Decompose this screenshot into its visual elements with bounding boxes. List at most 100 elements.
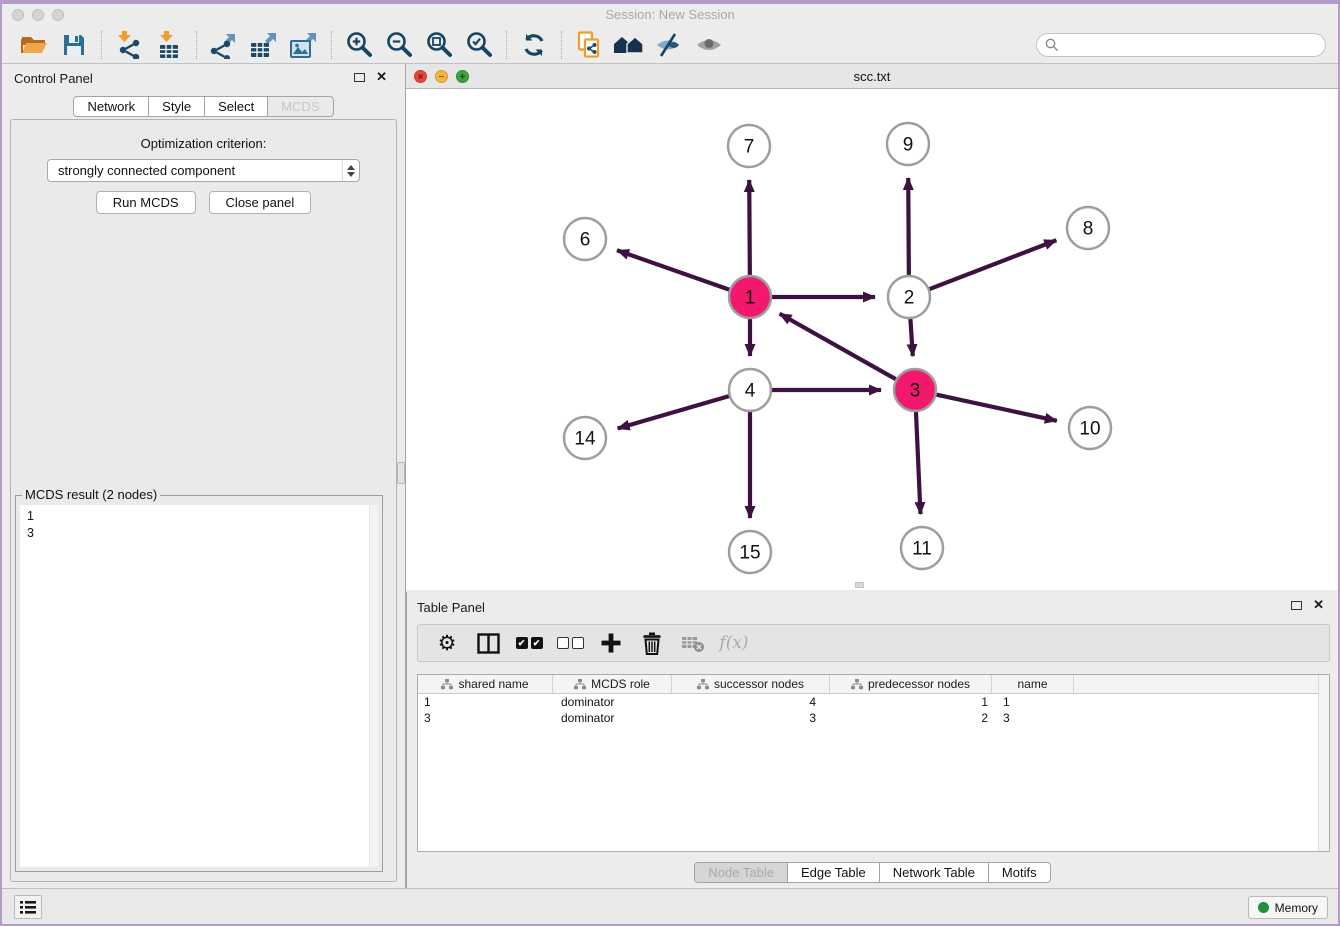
gear-icon[interactable]: ⚙ [432,628,462,658]
network-view-window: × − + scc.txt 7968124314101511 [406,64,1338,590]
toolbar-separator [561,31,562,59]
floppy-icon [62,33,86,57]
tab-style[interactable]: Style [149,96,205,117]
column-tree-icon [574,679,586,690]
table-row[interactable]: 3dominator323 [418,710,1329,726]
network-file-icon[interactable] [569,30,609,60]
cell-MCDS-role[interactable]: dominator [553,694,672,710]
export-image-icon[interactable] [284,30,324,60]
mcds-result-values: 1 3 [20,505,378,542]
zoom-out-icon[interactable] [379,30,419,60]
tab-network-table[interactable]: Network Table [880,862,989,883]
search-box[interactable] [1036,33,1326,57]
column-header-predecessor-nodes[interactable]: predecessor nodes [830,675,992,693]
tab-node-table[interactable]: Node Table [694,862,788,883]
tab-motifs[interactable]: Motifs [989,862,1051,883]
save-session-icon[interactable] [54,30,94,60]
float-panel-icon[interactable] [354,73,365,82]
network-window-titlebar: × − + scc.txt [406,64,1338,89]
table-toolbar: ⚙ ✔ ✔ [417,624,1330,662]
dropdown-value: strongly connected component [58,163,235,178]
cell-shared-name[interactable]: 1 [418,694,553,710]
graph-edge-3-1[interactable] [780,314,897,380]
network-canvas[interactable]: 7968124314101511 [406,89,1338,590]
run-mcds-button[interactable]: Run MCDS [96,191,196,214]
optimization-criterion-label: Optimization criterion: [11,136,396,151]
import-network-icon[interactable] [109,30,149,60]
table-scrollbar[interactable] [1318,675,1329,851]
status-bar: Memory [2,888,1338,924]
graph-edge-3-11[interactable] [916,411,921,514]
column-header-shared-name[interactable]: shared name [418,675,553,693]
result-scrollbar[interactable] [369,505,378,867]
task-history-button[interactable] [14,895,42,919]
graph-node-label-1: 1 [745,288,756,309]
graph-node-label-10: 10 [1079,419,1100,440]
open-folder-icon [20,33,48,57]
control-panel: Control Panel ✕ NetworkStyleSelectMCDS O… [2,64,406,888]
search-input[interactable] [1065,36,1325,53]
cell-successor-nodes[interactable]: 3 [672,710,830,726]
column-header-name[interactable]: name [992,675,1074,693]
cell-successor-nodes[interactable]: 4 [672,694,830,710]
zoom-selected-glyph [466,31,493,58]
zoom-out-glyph [386,31,413,58]
open-session-icon[interactable] [14,30,54,60]
tab-select[interactable]: Select [205,96,268,117]
table-tabs: Node TableEdge TableNetwork TableMotifs [407,862,1338,883]
panel-splitter-handle[interactable] [397,462,405,484]
column-header-MCDS-role[interactable]: MCDS role [553,675,672,693]
close-panel-icon[interactable]: ✕ [376,69,387,85]
zoom-in-icon[interactable] [339,30,379,60]
float-table-panel-icon[interactable] [1291,601,1302,610]
tab-edge-table[interactable]: Edge Table [788,862,880,883]
import-table-icon[interactable] [149,30,189,60]
graph-edge-1-7[interactable] [749,180,750,276]
delete-icon[interactable] [637,628,667,658]
cell-name[interactable]: 3 [992,710,1074,726]
table-row[interactable]: 1dominator411 [418,694,1329,710]
first-neighbors-icon[interactable] [609,30,649,60]
add-icon[interactable] [596,628,626,658]
deselect-all-icon[interactable] [555,628,585,658]
column-tree-icon [851,679,863,690]
tab-mcds[interactable]: MCDS [268,96,333,117]
graph-edge-4-14[interactable] [618,396,730,429]
function-builder-icon[interactable]: f(x) [719,628,749,658]
optimization-criterion-dropdown[interactable]: strongly connected component [47,159,360,182]
zoom-fit-icon[interactable] [419,30,459,60]
cell-predecessor-nodes[interactable]: 1 [830,694,992,710]
select-all-icon[interactable]: ✔ ✔ [514,628,544,658]
hide-selected-icon[interactable] [649,30,689,60]
close-panel-button[interactable]: Close panel [209,191,312,214]
close-table-panel-icon[interactable]: ✕ [1313,597,1324,613]
cell-name[interactable]: 1 [992,694,1074,710]
mcds-buttons: Run MCDS Close panel [11,191,396,214]
control-panel-header: Control Panel ✕ [2,64,405,92]
export-table-icon[interactable] [244,30,284,60]
graph-edge-2-3[interactable] [910,318,912,356]
toolbar-separator [506,31,507,59]
graph-edge-1-6[interactable] [617,250,730,290]
title-bar: Session: New Session [2,4,1338,26]
zoom-in-glyph [346,31,373,58]
cell-MCDS-role[interactable]: dominator [553,710,672,726]
refresh-icon[interactable] [514,30,554,60]
graph-edge-2-8[interactable] [929,240,1057,289]
tab-network[interactable]: Network [73,96,149,117]
show-all-icon[interactable] [689,30,729,60]
mcds-result-textarea[interactable]: 1 3 [20,505,378,867]
cell-predecessor-nodes[interactable]: 2 [830,710,992,726]
graph-edge-2-9[interactable] [908,178,909,276]
zoom-selected-icon[interactable] [459,30,499,60]
graph-node-label-8: 8 [1083,219,1094,240]
delete-table-icon[interactable] [678,628,708,658]
graph-edge-3-10[interactable] [936,394,1057,420]
column-view-icon[interactable] [473,628,503,658]
column-header-successor-nodes[interactable]: successor nodes [672,675,830,693]
mcds-panel: Optimization criterion: strongly connect… [10,119,397,882]
export-network-icon[interactable] [204,30,244,60]
canvas-resize-grip[interactable] [855,582,864,588]
cell-shared-name[interactable]: 3 [418,710,553,726]
memory-button[interactable]: Memory [1248,896,1328,919]
